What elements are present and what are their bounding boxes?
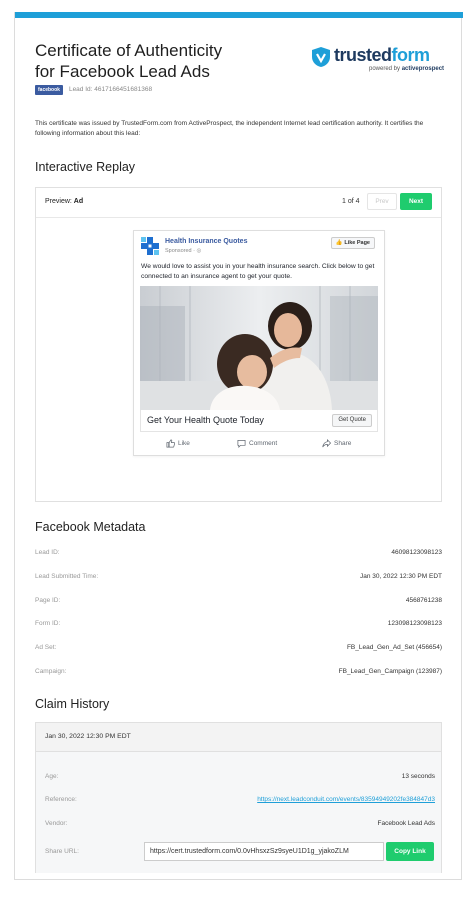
prev-button[interactable]: Prev (367, 193, 397, 210)
intro-text: This certificate was issued by TrustedFo… (35, 120, 424, 137)
section-title-replay: Interactive Replay (35, 160, 136, 174)
health-cross-logo-icon (141, 237, 159, 255)
share-action[interactable]: Share (322, 439, 351, 448)
page-counter: 1 of 4 (342, 198, 360, 205)
title-line-1: Certificate of Authenticity (35, 41, 223, 60)
ad-sponsored-label: Sponsored · ◎ (165, 248, 202, 254)
facebook-ad-preview: Health Insurance Quotes Sponsored · ◎ 👍 … (133, 230, 385, 456)
certificate-page: Certificate of Authenticity for Facebook… (14, 12, 463, 880)
ad-body-text: We would love to assist you in your heal… (141, 263, 375, 280)
meta-row-lead-id: Lead ID: 46098123098123 (35, 549, 442, 556)
comment-action[interactable]: Comment (237, 439, 277, 448)
facebook-badge: facebook (35, 84, 63, 95)
share-icon (322, 439, 331, 448)
reference-link[interactable]: https://next.leadconduit.com/events/8359… (257, 796, 435, 803)
preview-label: Preview: Ad (45, 198, 84, 205)
trustedform-logo: trustedform powered by activeprospect (311, 45, 445, 85)
ad-cta-row: Get Your Health Quote Today Get Quote (140, 410, 378, 432)
shield-logo-icon (312, 47, 330, 67)
lead-id-row: facebook Lead Id: 4617166451681368 (35, 84, 152, 95)
lead-id: Lead Id: 4617166451681368 (68, 86, 153, 93)
ad-page-name[interactable]: Health Insurance Quotes (165, 238, 247, 245)
claim-history-panel: Jan 30, 2022 12:30 PM EDT Age: 13 seconds… (35, 722, 442, 873)
logo-brand: trustedform (334, 45, 430, 65)
claim-row-vendor: Vendor: Facebook Lead Ads (45, 820, 435, 827)
logo-powered-by: powered by activeprospect (369, 66, 445, 72)
claim-row-age: Age: 13 seconds (45, 773, 435, 780)
share-url-field[interactable]: https://cert.trustedform.com/0.0vHhsxzSz… (144, 842, 384, 861)
get-quote-button[interactable]: Get Quote (332, 414, 372, 427)
next-button[interactable]: Next (400, 193, 432, 210)
meta-row-campaign: Campaign: FB_Lead_Gen_Campaign (123987) (35, 668, 442, 675)
ad-photo-mother-daughter (140, 286, 378, 410)
copy-link-button[interactable]: Copy Link (386, 842, 434, 861)
ad-cta-title: Get Your Health Quote Today (147, 415, 264, 425)
top-accent-bar (15, 12, 463, 18)
claim-header: Jan 30, 2022 12:30 PM EDT (36, 723, 441, 752)
claim-date: Jan 30, 2022 12:30 PM EDT (45, 733, 131, 740)
section-title-claims: Claim History (35, 697, 110, 711)
comment-icon (237, 439, 246, 448)
meta-row-form-id: Form ID: 123098123098123 (35, 620, 442, 627)
page-title: Certificate of Authenticity for Facebook… (35, 40, 275, 82)
replay-panel: Preview: Ad 1 of 4 Prev Next Health Insu… (35, 187, 442, 502)
meta-row-ad-set: Ad Set: FB_Lead_Gen_Ad_Set (456654) (35, 644, 442, 651)
ad-actions-bar: Like Comment Share (134, 435, 384, 453)
like-page-button[interactable]: 👍 Like Page (330, 237, 375, 249)
like-action[interactable]: Like (166, 439, 190, 448)
section-title-metadata: Facebook Metadata (35, 520, 146, 534)
thumbs-up-icon (166, 439, 175, 448)
claim-row-reference: Reference: https://next.leadconduit.com/e… (45, 796, 435, 803)
replay-header: Preview: Ad 1 of 4 Prev Next (36, 188, 441, 218)
claim-body: Age: 13 seconds Reference: https://next.le… (36, 752, 441, 873)
meta-row-submitted-time: Lead Submitted Time: Jan 30, 2022 12:30 P… (35, 573, 442, 580)
meta-row-page-id: Page ID: 4568761238 (35, 597, 442, 604)
title-line-2: for Facebook Lead Ads (35, 62, 210, 81)
